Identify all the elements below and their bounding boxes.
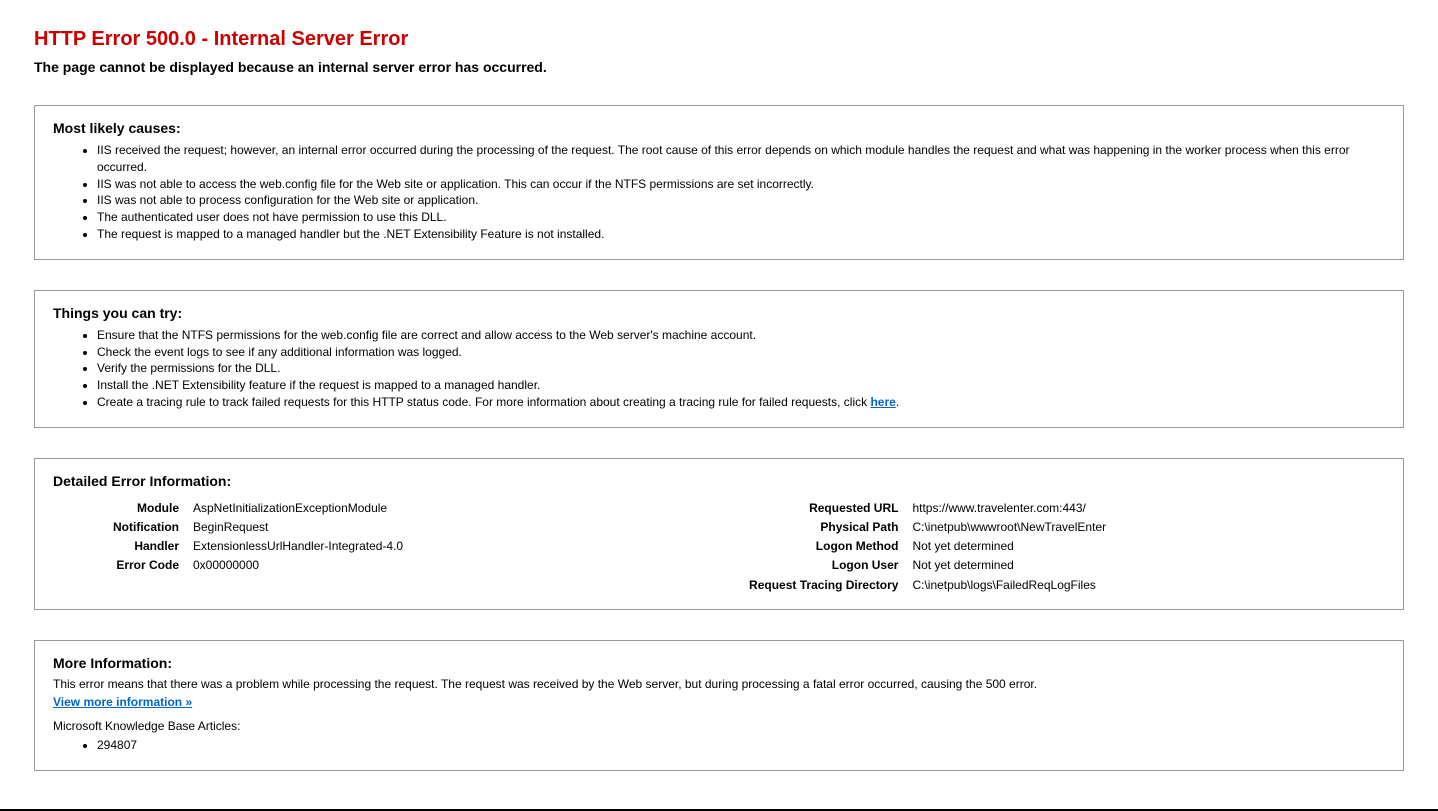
detail-row: Logon Method Not yet determined (612, 537, 1385, 556)
view-more-info-link[interactable]: View more information » (53, 695, 192, 709)
detail-row: Request Tracing Directory C:\inetpub\log… (612, 576, 1385, 595)
detail-row: Logon User Not yet determined (612, 556, 1385, 575)
moreinfo-text: This error means that there was a proble… (53, 677, 1385, 691)
detail-label: Notification (53, 518, 193, 537)
moreinfo-heading: More Information: (53, 655, 1385, 671)
detail-value: BeginRequest (193, 518, 612, 537)
detail-value: Not yet determined (912, 537, 1385, 556)
list-item: IIS received the request; however, an in… (97, 142, 1385, 176)
list-item: Create a tracing rule to track failed re… (97, 394, 1385, 411)
list-item: 294807 (97, 737, 1385, 754)
kb-list: 294807 (53, 737, 1385, 754)
list-item: Verify the permissions for the DLL. (97, 360, 1385, 377)
list-item: Check the event logs to see if any addit… (97, 344, 1385, 361)
detail-value: 0x00000000 (193, 556, 612, 575)
detail-row: Error Code 0x00000000 (53, 556, 612, 575)
detail-row: Physical Path C:\inetpub\wwwroot\NewTrav… (612, 518, 1385, 537)
detail-value: C:\inetpub\logs\FailedReqLogFiles (912, 576, 1385, 595)
details-heading: Detailed Error Information: (53, 473, 1385, 489)
tries-section: Things you can try: Ensure that the NTFS… (34, 290, 1404, 428)
list-item: The request is mapped to a managed handl… (97, 226, 1385, 243)
detail-value: AspNetInitializationExceptionModule (193, 499, 612, 518)
list-item: Install the .NET Extensibility feature i… (97, 377, 1385, 394)
detail-label: Request Tracing Directory (612, 576, 912, 595)
detail-value: Not yet determined (912, 556, 1385, 575)
causes-heading: Most likely causes: (53, 120, 1385, 136)
detail-value: ExtensionlessUrlHandler-Integrated-4.0 (193, 537, 612, 556)
list-item: IIS was not able to process configuratio… (97, 192, 1385, 209)
details-section: Detailed Error Information: Module AspNe… (34, 458, 1404, 610)
causes-list: IIS received the request; however, an in… (53, 142, 1385, 243)
kb-heading: Microsoft Knowledge Base Articles: (53, 719, 1385, 733)
list-item: The authenticated user does not have per… (97, 209, 1385, 226)
list-item: IIS was not able to access the web.confi… (97, 176, 1385, 193)
moreinfo-section: More Information: This error means that … (34, 640, 1404, 771)
tries-heading: Things you can try: (53, 305, 1385, 321)
detail-value: https://www.travelenter.com:443/ (912, 499, 1385, 518)
detail-row: Module AspNetInitializationExceptionModu… (53, 499, 612, 518)
error-subtitle: The page cannot be displayed because an … (34, 59, 1404, 75)
detail-row: Requested URL https://www.travelenter.co… (612, 499, 1385, 518)
detail-label: Requested URL (612, 499, 912, 518)
list-item: Ensure that the NTFS permissions for the… (97, 327, 1385, 344)
here-link[interactable]: here (870, 395, 895, 409)
detail-label: Logon User (612, 556, 912, 575)
detail-label: Error Code (53, 556, 193, 575)
tries-last-prefix: Create a tracing rule to track failed re… (97, 395, 870, 409)
causes-section: Most likely causes: IIS received the req… (34, 105, 1404, 260)
error-title: HTTP Error 500.0 - Internal Server Error (34, 28, 1404, 51)
detail-label: Physical Path (612, 518, 912, 537)
detail-value: C:\inetpub\wwwroot\NewTravelEnter (912, 518, 1385, 537)
detail-label: Module (53, 499, 193, 518)
tries-list: Ensure that the NTFS permissions for the… (53, 327, 1385, 411)
tries-last-suffix: . (896, 395, 899, 409)
detail-row: Notification BeginRequest (53, 518, 612, 537)
detail-row: Handler ExtensionlessUrlHandler-Integrat… (53, 537, 612, 556)
detail-label: Logon Method (612, 537, 912, 556)
detail-label: Handler (53, 537, 193, 556)
page-bottom-divider (0, 809, 1438, 811)
